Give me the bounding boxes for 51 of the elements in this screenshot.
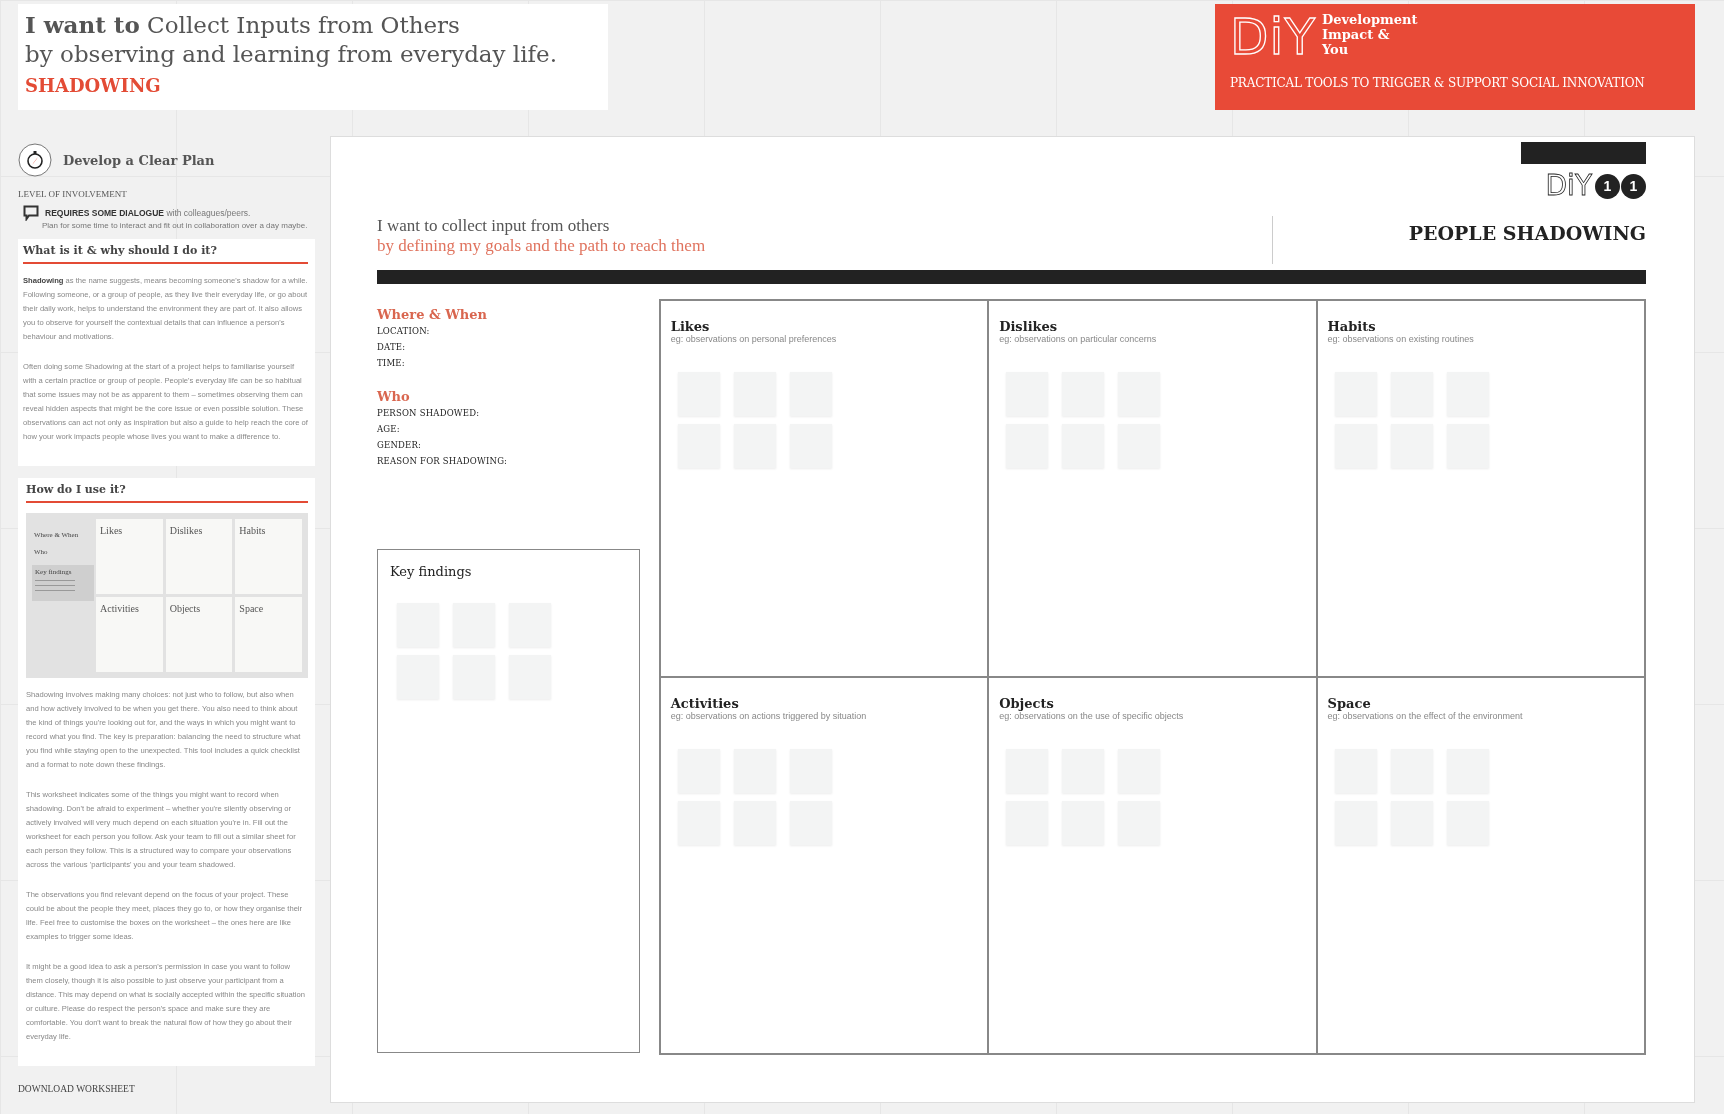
goal-title: Develop a Clear Plan — [63, 152, 215, 168]
box-title: Key findings — [390, 564, 473, 579]
section-heading: What is it & why should I do it? — [23, 244, 308, 264]
compass-icon — [18, 143, 52, 177]
page-subtitle: by observing and learning from everyday life. — [25, 40, 559, 69]
box-title: Likes — [670, 319, 711, 334]
involvement-label: LEVEL OF INVOLVEMENT — [18, 189, 128, 199]
number-badge: 1 — [1595, 173, 1620, 199]
download-link[interactable]: DOWNLOAD WORKSHEET — [18, 1084, 315, 1094]
brand-name-line: You — [1321, 42, 1350, 57]
page-title: I want to Collect Inputs from Others — [25, 10, 461, 40]
box-title: Activities — [670, 696, 740, 711]
involvement-note: Plan for some time to interact and fit out in collaboration over a day maybe. — [41, 221, 309, 230]
brand-logo: DiY — [1230, 12, 1316, 62]
box-title: Dislikes — [999, 319, 1059, 334]
worksheet-goal: by defining my goals and the path to reach them — [377, 236, 707, 256]
worksheet-intro: I want to collect input from others — [377, 216, 611, 236]
box-hint: eg: observations on actions triggered by situation — [670, 711, 868, 721]
form-field-label: TIME: — [377, 357, 406, 370]
number-badge: 1 — [1621, 173, 1646, 199]
form-heading: Where & When — [377, 307, 488, 322]
worksheet-title: PEOPLE SHADOWING — [1408, 222, 1646, 244]
box-title: Space — [1327, 696, 1372, 711]
box-title: Objects — [999, 696, 1055, 711]
thumbnail-cell: Activities — [96, 597, 163, 672]
form-heading: Who — [377, 389, 411, 404]
brand-name-line: Development — [1321, 12, 1418, 27]
thumbnail-cell: Likes — [96, 519, 163, 594]
thumbnail-cell: Habits — [235, 519, 302, 594]
box-hint: eg: observations on particular concerns — [999, 334, 1158, 344]
brand-tagline: PRACTICAL TOOLS TO TRIGGER & SUPPORT SOCIAL INNOVATION — [1230, 76, 1646, 90]
thumbnail-cell: Space — [235, 597, 302, 672]
brand-name-line: Impact & — [1321, 27, 1391, 42]
speech-bubble-icon — [23, 205, 39, 221]
method-label: SHADOWING — [25, 75, 162, 96]
thumbnail-cell: Objects — [165, 597, 233, 672]
form-field-label: AGE: — [377, 423, 401, 436]
section-heading: How do I use it? — [26, 483, 308, 503]
involvement-level: REQUIRES SOME DIALOGUE with colleagues/peers. — [45, 208, 251, 218]
box-hint: eg: observations on the effect of the environment — [1327, 711, 1524, 721]
worksheet-logo: DiY — [1545, 172, 1592, 200]
box-hint: eg: observations on existing routines — [1327, 334, 1475, 344]
form-field-label: GENDER: — [377, 439, 423, 452]
form-field-label: DATE: — [377, 341, 407, 354]
box-hint: eg: observations on personal preferences — [670, 334, 838, 344]
form-field-label: REASON FOR SHADOWING: — [377, 455, 509, 468]
box-hint: eg: observations on the use of specific objects — [999, 711, 1185, 721]
form-field-label: PERSON SHADOWED: — [377, 407, 481, 420]
box-title: Habits — [1327, 319, 1377, 334]
thumbnail-cell: Dislikes — [165, 519, 233, 594]
form-field-label: LOCATION: — [377, 325, 431, 338]
